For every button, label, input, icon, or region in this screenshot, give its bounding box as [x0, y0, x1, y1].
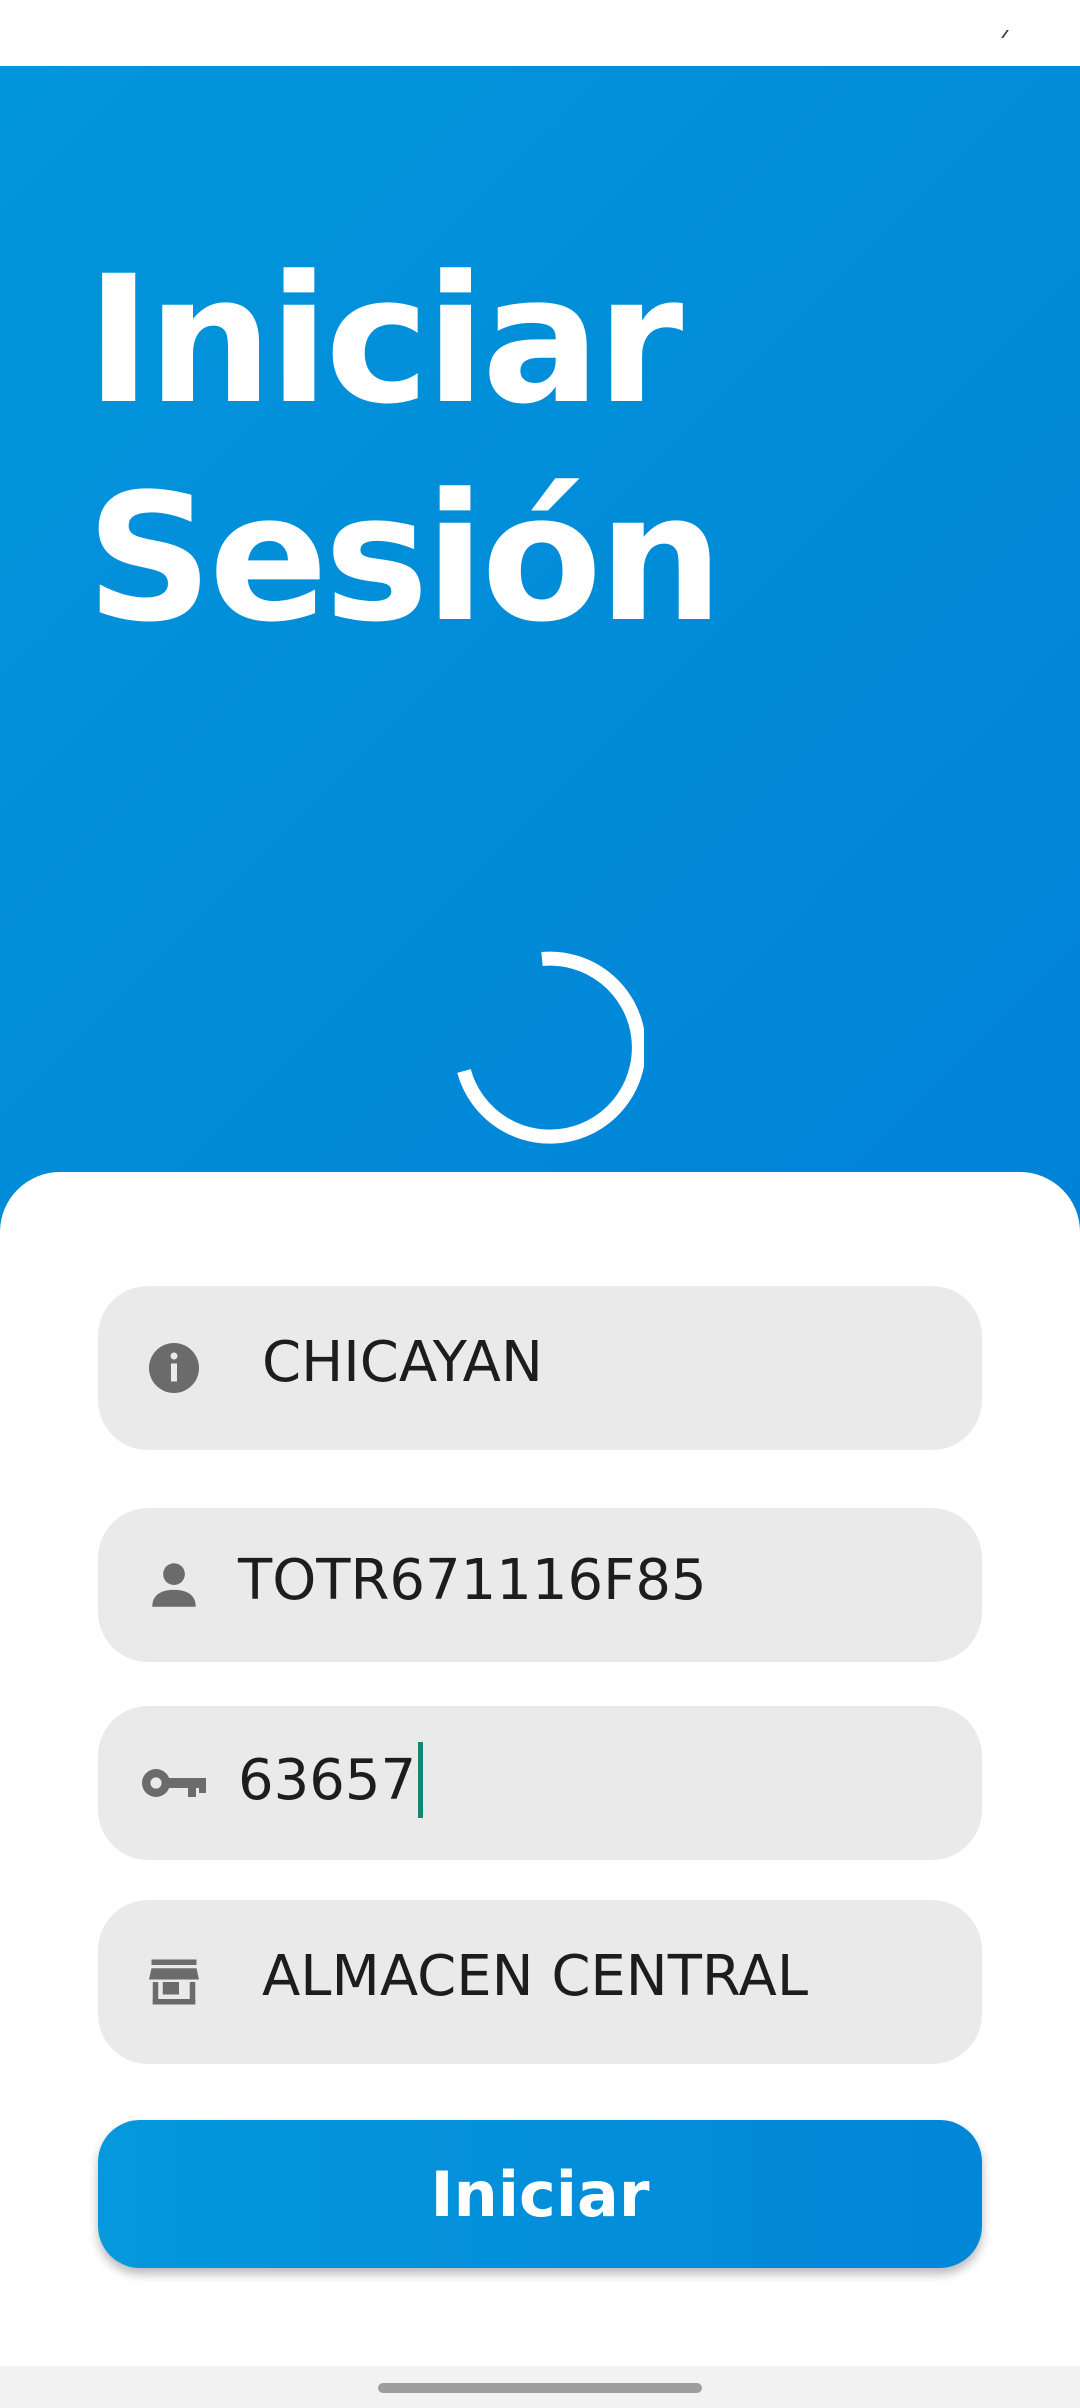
username-value: TOTR671116F85 [238, 1548, 707, 1613]
store-icon [144, 1952, 204, 2012]
page-title-line-1: Iniciar [86, 238, 683, 443]
username-input[interactable]: TOTR671116F85 [98, 1508, 982, 1662]
password-value: 63657 [238, 1748, 417, 1814]
info-icon [144, 1338, 204, 1398]
person-icon [144, 1555, 204, 1615]
login-button[interactable]: Iniciar [98, 2120, 982, 2268]
status-indicator [1001, 30, 1015, 38]
header-banner: Iniciar Sesión [0, 66, 1080, 1240]
password-value-wrapper: 63657 [238, 1742, 424, 1822]
company-value: CHICAYAN [262, 1330, 543, 1395]
status-bar [0, 0, 1080, 66]
text-caret [418, 1742, 424, 1818]
key-icon [140, 1753, 208, 1813]
page-title: Iniciar Sesión [86, 232, 723, 668]
warehouse-value: ALMACEN CENTRAL [262, 1944, 809, 2009]
warehouse-field[interactable]: ALMACEN CENTRAL [98, 1900, 982, 2064]
home-indicator[interactable] [378, 2383, 702, 2393]
company-field[interactable]: CHICAYAN [98, 1286, 982, 1450]
password-input[interactable]: 63657 [98, 1706, 982, 1860]
page-title-line-2: Sesión [86, 456, 723, 661]
loading-spinner [457, 951, 644, 1144]
